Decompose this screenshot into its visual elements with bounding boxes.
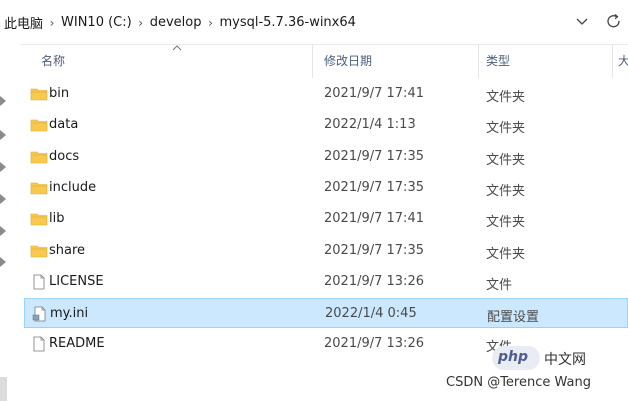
folder-icon bbox=[30, 88, 48, 101]
file-row[interactable]: LICENSE 2021/9/7 13:26 文件 bbox=[24, 267, 628, 297]
file-type: 文件夹 bbox=[486, 153, 526, 168]
file-name: lib bbox=[49, 211, 65, 226]
file-date-modified: 2022/1/4 1:13 bbox=[324, 117, 416, 132]
file-date-modified: 2021/9/7 17:35 bbox=[324, 243, 424, 258]
expand-arrow-icon[interactable] bbox=[0, 130, 8, 140]
expand-arrow-icon[interactable] bbox=[0, 257, 8, 267]
file-row[interactable]: bin 2021/9/7 17:41 文件夹 bbox=[24, 79, 628, 109]
folder-icon bbox=[30, 245, 48, 258]
expand-arrow-icon[interactable] bbox=[0, 162, 8, 172]
watermark: php 中文网 bbox=[492, 346, 622, 370]
column-name[interactable]: 名称 bbox=[41, 52, 65, 69]
folder-icon bbox=[30, 119, 48, 132]
column-header: 名称 修改日期 类型 大 bbox=[20, 44, 628, 78]
column-divider[interactable] bbox=[478, 44, 479, 78]
file-type: 文件夹 bbox=[486, 90, 526, 105]
watermark-site-text: 中文网 bbox=[544, 352, 586, 368]
file-date-modified: 2021/9/7 17:41 bbox=[324, 86, 424, 101]
file-icon bbox=[33, 336, 45, 352]
breadcrumb: 此电脑 › WIN10 (C:) › develop › mysql-5.7.3… bbox=[4, 13, 356, 32]
file-type: 文件 bbox=[486, 278, 513, 293]
folder-icon bbox=[30, 213, 48, 226]
chevron-right-icon[interactable]: › bbox=[132, 16, 150, 30]
file-name: docs bbox=[49, 149, 80, 164]
file-name: data bbox=[49, 117, 79, 132]
file-date-modified: 2021/9/7 17:41 bbox=[324, 211, 424, 226]
address-bar[interactable]: 此电脑 › WIN10 (C:) › develop › mysql-5.7.3… bbox=[0, 0, 628, 45]
file-name: LICENSE bbox=[49, 274, 104, 289]
expand-arrow-icon[interactable] bbox=[0, 194, 8, 204]
file-name: include bbox=[49, 180, 97, 195]
address-history-dropdown[interactable] bbox=[572, 13, 592, 31]
breadcrumb-this-pc[interactable]: 此电脑 bbox=[4, 13, 43, 32]
file-type: 文件夹 bbox=[486, 184, 526, 199]
file-type: 文件夹 bbox=[486, 121, 526, 136]
column-date-modified[interactable]: 修改日期 bbox=[324, 52, 372, 69]
folder-icon bbox=[30, 151, 48, 164]
file-date-modified: 2022/1/4 0:45 bbox=[325, 306, 417, 321]
file-row[interactable]: data 2022/1/4 1:13 文件夹 bbox=[24, 110, 628, 140]
file-row[interactable]: include 2021/9/7 17:35 文件夹 bbox=[24, 173, 628, 203]
file-type: 配置设置 bbox=[487, 310, 540, 325]
file-row[interactable]: docs 2021/9/7 17:35 文件夹 bbox=[24, 142, 628, 172]
file-date-modified: 2021/9/7 13:26 bbox=[324, 336, 424, 351]
breadcrumb-current-folder[interactable]: mysql-5.7.36-winx64 bbox=[219, 15, 355, 30]
file-name: share bbox=[49, 243, 86, 258]
chevron-down-icon bbox=[576, 18, 588, 25]
column-type[interactable]: 类型 bbox=[486, 52, 510, 69]
breadcrumb-develop[interactable]: develop bbox=[150, 15, 202, 30]
file-name: my.ini bbox=[50, 306, 89, 321]
php-logo-text: php bbox=[498, 349, 529, 365]
expand-arrow-icon[interactable] bbox=[0, 226, 8, 236]
file-name: bin bbox=[49, 86, 70, 101]
navigation-pane-edge bbox=[0, 44, 20, 402]
file-row[interactable]: my.ini 2022/1/4 0:45 配置设置 bbox=[24, 298, 628, 328]
chevron-right-icon[interactable]: › bbox=[201, 16, 219, 30]
php-logo: php bbox=[492, 346, 540, 370]
settings-file-icon bbox=[32, 306, 46, 322]
sort-ascending-icon bbox=[172, 45, 182, 51]
refresh-icon bbox=[607, 14, 620, 28]
file-type: 文件夹 bbox=[486, 215, 526, 230]
column-size[interactable]: 大 bbox=[618, 52, 628, 69]
file-date-modified: 2021/9/7 17:35 bbox=[324, 149, 424, 164]
file-date-modified: 2021/9/7 17:35 bbox=[324, 180, 424, 195]
file-date-modified: 2021/9/7 13:26 bbox=[324, 274, 424, 289]
breadcrumb-drive[interactable]: WIN10 (C:) bbox=[61, 15, 132, 30]
expand-arrow-icon[interactable] bbox=[0, 96, 8, 106]
column-divider[interactable] bbox=[312, 44, 313, 78]
file-name: README bbox=[49, 336, 105, 351]
folder-icon bbox=[30, 182, 48, 195]
file-row[interactable]: lib 2021/9/7 17:41 文件夹 bbox=[24, 204, 628, 234]
file-row[interactable]: share 2021/9/7 17:35 文件夹 bbox=[24, 236, 628, 266]
file-type: 文件夹 bbox=[486, 247, 526, 262]
nav-pane-scroll-thumb[interactable] bbox=[0, 377, 7, 401]
column-divider[interactable] bbox=[612, 44, 613, 78]
refresh-button[interactable] bbox=[604, 12, 624, 32]
file-icon bbox=[33, 274, 45, 290]
chevron-right-icon[interactable]: › bbox=[43, 16, 61, 30]
watermark-credit: CSDN @Terence Wang bbox=[446, 375, 591, 390]
